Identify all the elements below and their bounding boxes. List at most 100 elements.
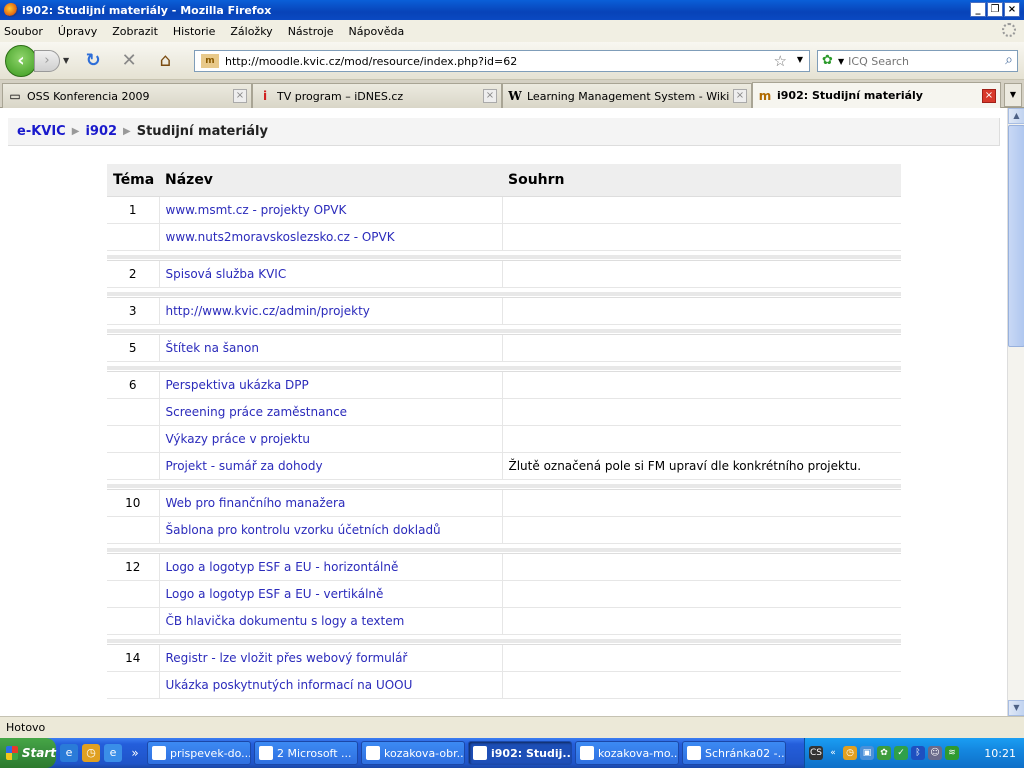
- separator-cell: [107, 479, 901, 490]
- menu-soubor[interactable]: Soubor: [4, 25, 43, 38]
- tray-bluetooth-icon[interactable]: ᛒ: [911, 746, 925, 760]
- resource-link[interactable]: www.nuts2moravskoslezsko.cz - OPVK: [166, 230, 395, 244]
- taskbar-task[interactable]: i902: Studij...: [468, 741, 572, 765]
- nazev-cell: Logo a logotyp ESF a EU - vertikálně: [159, 580, 503, 608]
- search-go-icon[interactable]: ⌕: [1005, 52, 1013, 68]
- tab-close-icon[interactable]: ×: [233, 89, 247, 103]
- bookmark-star-icon[interactable]: ☆: [774, 52, 787, 70]
- resource-link[interactable]: Ukázka poskytnutých informací na UOOU: [166, 678, 413, 692]
- back-button[interactable]: ‹: [5, 44, 37, 77]
- quicklaunch-browser-icon[interactable]: e: [60, 744, 78, 762]
- home-icon[interactable]: ⌂: [154, 50, 176, 72]
- stop-icon[interactable]: ✕: [118, 50, 140, 72]
- resource-link[interactable]: Šablona pro kontrolu vzorku účetních dok…: [166, 523, 441, 537]
- url-text[interactable]: http://moodle.kvic.cz/mod/resource/index…: [225, 55, 517, 68]
- resource-link[interactable]: Výkazy práce v projektu: [166, 432, 311, 446]
- resource-link[interactable]: Registr - lze vložit přes webový formulá…: [166, 651, 408, 665]
- url-dropdown-icon[interactable]: ▼: [797, 55, 803, 64]
- tray-shield-icon[interactable]: ✓: [894, 746, 908, 760]
- taskbar-task[interactable]: kozakova-mo...: [575, 741, 679, 765]
- scroll-down-icon[interactable]: ▼: [1008, 700, 1024, 716]
- nazev-cell: http://www.kvic.cz/admin/projekty: [159, 297, 503, 325]
- start-button[interactable]: Start: [0, 738, 56, 768]
- resource-link[interactable]: Logo a logotyp ESF a EU - horizontálně: [166, 560, 399, 574]
- site-favicon-icon: m: [201, 54, 219, 68]
- scrollbar-thumb[interactable]: [1008, 125, 1024, 347]
- quicklaunch-more-icon[interactable]: »: [126, 744, 144, 762]
- tab-close-icon[interactable]: ×: [982, 88, 996, 103]
- section-separator: [107, 479, 901, 490]
- folder-icon: [366, 746, 380, 760]
- taskbar-task[interactable]: 2 Microsoft ...: [254, 741, 358, 765]
- tray-cs-icon[interactable]: CS: [809, 746, 823, 760]
- menu-upravy[interactable]: Úpravy: [58, 25, 97, 38]
- url-bar[interactable]: m http://moodle.kvic.cz/mod/resource/ind…: [194, 50, 810, 72]
- tab-tv-program[interactable]: i TV program – iDNES.cz ×: [252, 83, 502, 108]
- forward-button[interactable]: ›: [34, 49, 60, 72]
- search-bar[interactable]: ✿ ▼ ⌕: [817, 50, 1018, 72]
- tab-studijni-materialy[interactable]: m i902: Studijní materiály ×: [752, 82, 1001, 108]
- tray-outlook-icon[interactable]: ◷: [843, 746, 857, 760]
- breadcrumb-root-link[interactable]: e-KVIC: [17, 124, 66, 139]
- breadcrumb-course-link[interactable]: i902: [85, 124, 117, 139]
- tema-cell: [107, 607, 160, 635]
- tema-cell: 14: [107, 644, 160, 672]
- menu-nastroje[interactable]: Nástroje: [288, 25, 334, 38]
- souhrn-cell: [502, 196, 901, 224]
- menu-zalozky[interactable]: Záložky: [230, 25, 272, 38]
- search-engine-icon[interactable]: ✿: [822, 54, 836, 68]
- resource-link[interactable]: Projekt - sumář za dohody: [166, 459, 323, 473]
- separator-cell: [107, 634, 901, 645]
- separator-bar: [107, 254, 901, 259]
- quicklaunch-outlook-icon[interactable]: ◷: [82, 744, 100, 762]
- table-row: 2 Spisová služba KVIC: [107, 260, 901, 288]
- tab-close-icon[interactable]: ×: [733, 89, 747, 103]
- nazev-cell: www.msmt.cz - projekty OPVK: [159, 196, 503, 224]
- tray-wifi-icon[interactable]: ≋: [945, 746, 959, 760]
- menu-zobrazit[interactable]: Zobrazit: [112, 25, 158, 38]
- resource-link[interactable]: Screening práce zaměstnance: [166, 405, 348, 419]
- tab-close-icon[interactable]: ×: [483, 89, 497, 103]
- table-row: www.nuts2moravskoslezsko.cz - OPVK: [107, 223, 901, 251]
- history-dropdown-icon[interactable]: ▼: [63, 56, 69, 65]
- breadcrumb: e-KVIC ▶ i902 ▶ Studijní materiály: [8, 118, 1000, 146]
- menu-historie[interactable]: Historie: [173, 25, 215, 38]
- taskbar-task[interactable]: Schránka02 -...: [682, 741, 786, 765]
- close-window-button[interactable]: ×: [1004, 2, 1020, 17]
- resource-link[interactable]: Spisová služba KVIC: [166, 267, 287, 281]
- maximize-button[interactable]: ❐: [987, 2, 1003, 17]
- tray-expand-icon[interactable]: «: [826, 746, 840, 760]
- tema-cell: 1: [107, 196, 160, 224]
- taskbar-task[interactable]: kozakova-obr...: [361, 741, 465, 765]
- scroll-up-icon[interactable]: ▲: [1008, 108, 1024, 124]
- tray-icq-icon[interactable]: ✿: [877, 746, 891, 760]
- souhrn-cell: [502, 607, 901, 635]
- nazev-cell: Perspektiva ukázka DPP: [159, 371, 503, 399]
- minimize-button[interactable]: _: [970, 2, 986, 17]
- quicklaunch-ie-icon[interactable]: e: [104, 744, 122, 762]
- resource-link[interactable]: Logo a logotyp ESF a EU - vertikálně: [166, 587, 384, 601]
- resources-table: Téma Název Souhrn 1 www.msmt.cz - projekt…: [107, 164, 901, 699]
- reload-icon[interactable]: ↻: [82, 50, 104, 72]
- tema-cell: [107, 452, 160, 480]
- resource-link[interactable]: Web pro finančního manažera: [166, 496, 346, 510]
- search-input[interactable]: [848, 54, 989, 68]
- taskbar-task[interactable]: prispevek-do...: [147, 741, 251, 765]
- resource-link[interactable]: Štítek na šanon: [166, 341, 259, 355]
- resource-link[interactable]: Perspektiva ukázka DPP: [166, 378, 309, 392]
- tray-users-icon[interactable]: ☺: [928, 746, 942, 760]
- table-row: 14 Registr - lze vložit přes webový formu…: [107, 644, 901, 672]
- tray-network-icon[interactable]: ▣: [860, 746, 874, 760]
- system-tray: CS « ◷ ▣ ✿ ✓ ᛒ ☺ ≋ 10:21: [804, 738, 1024, 768]
- tab-wikipedia-lms[interactable]: W Learning Management System - Wikipe...…: [502, 83, 752, 108]
- tab-oss-konferencia[interactable]: ▭ OSS Konferencia 2009 ×: [2, 83, 252, 108]
- resource-link[interactable]: http://www.kvic.cz/admin/projekty: [166, 304, 370, 318]
- resource-link[interactable]: www.msmt.cz - projekty OPVK: [166, 203, 347, 217]
- tab-list-dropdown-icon[interactable]: ▼: [1004, 83, 1022, 107]
- resource-link[interactable]: ČB hlavička dokumentu s logy a textem: [166, 614, 405, 628]
- vertical-scrollbar[interactable]: ▲ ▼: [1007, 108, 1024, 716]
- table-row: Screening práce zaměstnance: [107, 398, 901, 426]
- tema-cell: 3: [107, 297, 160, 325]
- menu-napoveda[interactable]: Nápověda: [349, 25, 405, 38]
- search-engine-dropdown-icon[interactable]: ▼: [838, 57, 844, 66]
